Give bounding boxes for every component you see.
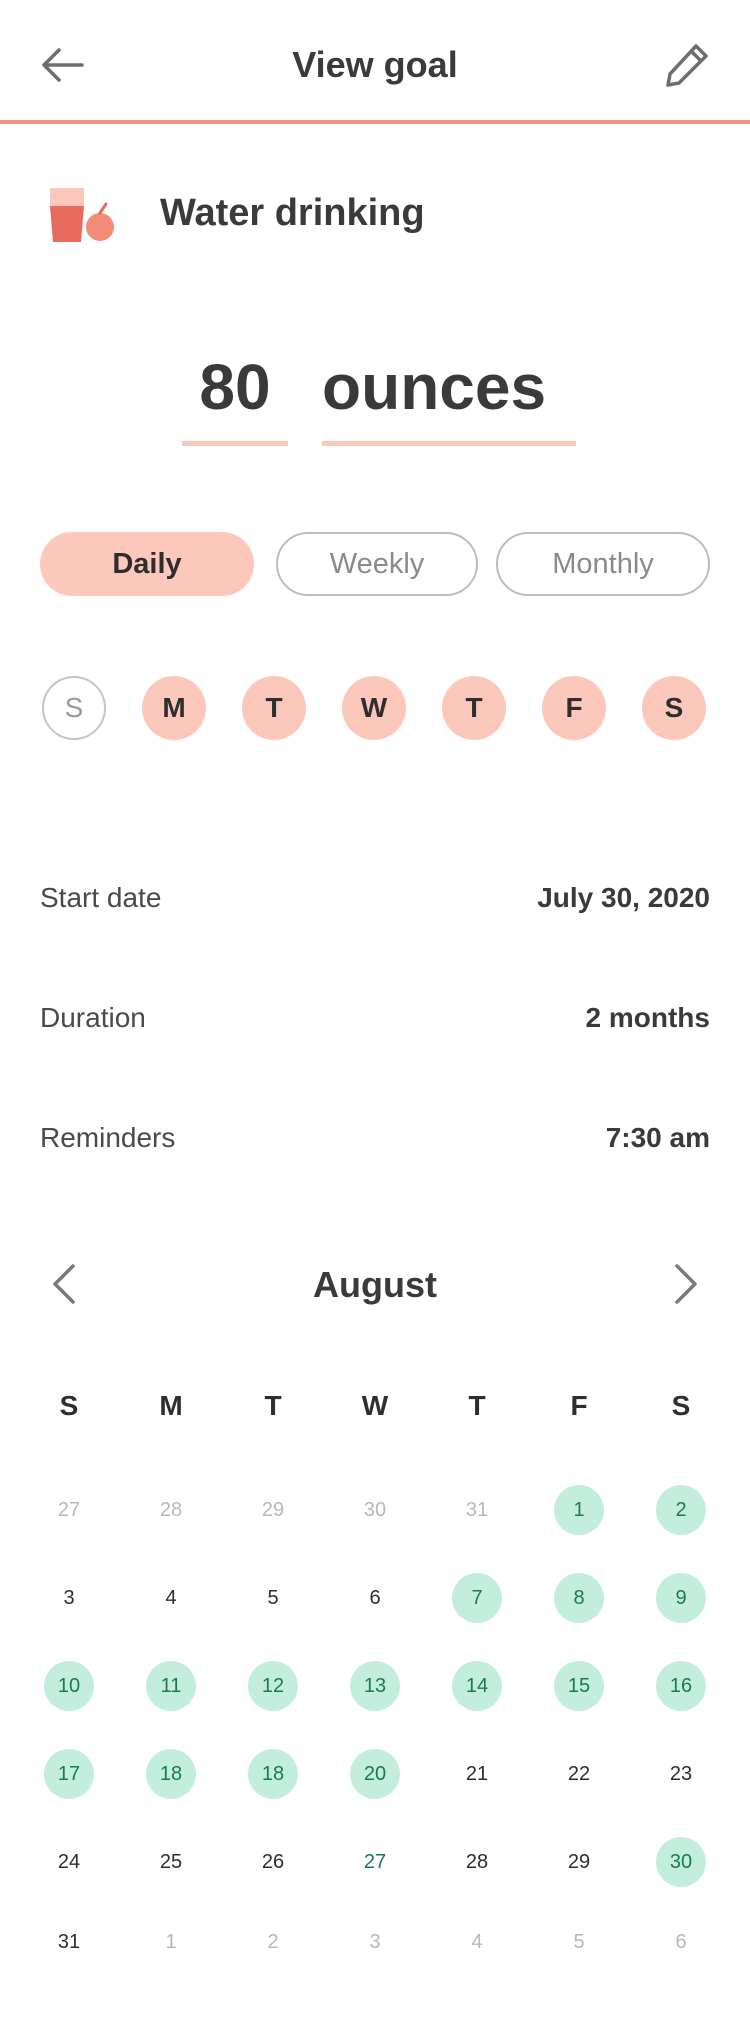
calendar-day[interactable]: 4 <box>146 1573 196 1623</box>
frequency-weekly-button[interactable]: Weekly <box>276 532 478 596</box>
calendar-weekday-header: S <box>59 1390 79 1421</box>
goal-amount-underline <box>182 441 288 446</box>
calendar-day-outside-month[interactable]: 29 <box>248 1485 298 1535</box>
calendar-day[interactable]: 22 <box>554 1749 604 1799</box>
goal-unit-underline <box>322 441 576 446</box>
calendar-day[interactable]: 5 <box>248 1573 298 1623</box>
calendar-day-completed[interactable]: 17 <box>44 1749 94 1799</box>
calendar-day-outside-month[interactable]: 27 <box>44 1485 94 1535</box>
calendar-day-completed[interactable]: 20 <box>350 1749 400 1799</box>
water-glass-apple-icon <box>48 186 118 246</box>
calendar-day[interactable]: 27 <box>350 1837 400 1887</box>
day-toggle-sunday[interactable]: S <box>42 676 106 740</box>
calendar-day-outside-month[interactable]: 4 <box>452 1917 502 1967</box>
goal-name: Water drinking <box>160 192 425 234</box>
pencil-icon <box>666 44 708 87</box>
page-title: View goal <box>292 44 458 85</box>
day-toggle-monday[interactable]: M <box>142 676 206 740</box>
day-toggle-wednesday[interactable]: W <box>342 676 406 740</box>
calendar-day-completed[interactable]: 9 <box>656 1573 706 1623</box>
edit-button[interactable] <box>660 38 714 92</box>
calendar-day-completed[interactable]: 11 <box>146 1661 196 1711</box>
calendar-day-outside-month[interactable]: 30 <box>350 1485 400 1535</box>
start-date-label: Start date <box>40 882 162 913</box>
duration-label: Duration <box>40 1002 146 1033</box>
chevron-right-icon <box>675 1264 697 1304</box>
next-month-button[interactable] <box>666 1262 706 1306</box>
calendar-day-completed[interactable]: 1 <box>554 1485 604 1535</box>
calendar-day-outside-month[interactable]: 2 <box>248 1917 298 1967</box>
calendar-day-completed[interactable]: 12 <box>248 1661 298 1711</box>
start-date-value: July 30, 2020 <box>537 882 710 913</box>
calendar-day-completed[interactable]: 30 <box>656 1837 706 1887</box>
calendar-day[interactable]: 31 <box>44 1917 94 1967</box>
calendar-day-outside-month[interactable]: 28 <box>146 1485 196 1535</box>
calendar-day-completed[interactable]: 2 <box>656 1485 706 1535</box>
calendar-day-completed[interactable]: 14 <box>452 1661 502 1711</box>
goal-unit-field[interactable]: ounces <box>322 350 576 424</box>
calendar-day[interactable]: 29 <box>554 1837 604 1887</box>
calendar-day-outside-month[interactable]: 3 <box>350 1917 400 1967</box>
calendar-weekday-header: S <box>671 1390 691 1421</box>
calendar-day[interactable]: 6 <box>350 1573 400 1623</box>
reminders-value: 7:30 am <box>605 1122 710 1153</box>
app-header: View goal <box>0 0 750 124</box>
reminders-label: Reminders <box>40 1122 176 1153</box>
calendar-day[interactable]: 25 <box>146 1837 196 1887</box>
day-toggle-tuesday[interactable]: T <box>242 676 306 740</box>
calendar-month-title: August <box>313 1264 437 1305</box>
duration-value: 2 months <box>585 1002 710 1033</box>
day-toggle-saturday[interactable]: S <box>642 676 706 740</box>
calendar-weekday-header: T <box>468 1390 486 1421</box>
calendar-day-completed[interactable]: 18 <box>248 1749 298 1799</box>
calendar-day[interactable]: 21 <box>452 1749 502 1799</box>
calendar-day-completed[interactable]: 15 <box>554 1661 604 1711</box>
calendar-weekday-header: W <box>361 1390 389 1421</box>
calendar-day-completed[interactable]: 16 <box>656 1661 706 1711</box>
calendar-day-outside-month[interactable]: 1 <box>146 1917 196 1967</box>
frequency-daily-button[interactable]: Daily <box>40 532 254 596</box>
calendar-day[interactable]: 3 <box>44 1573 94 1623</box>
calendar-day-outside-month[interactable]: 31 <box>452 1485 502 1535</box>
calendar-day[interactable]: 23 <box>656 1749 706 1799</box>
day-toggle-thursday[interactable]: T <box>442 676 506 740</box>
calendar-day-completed[interactable]: 8 <box>554 1573 604 1623</box>
calendar-day-outside-month[interactable]: 6 <box>656 1917 706 1967</box>
frequency-monthly-button[interactable]: Monthly <box>496 532 710 596</box>
calendar-day-completed[interactable]: 10 <box>44 1661 94 1711</box>
calendar-day[interactable]: 28 <box>452 1837 502 1887</box>
calendar-day[interactable]: 24 <box>44 1837 94 1887</box>
calendar-weekday-header: F <box>570 1390 588 1421</box>
calendar-weekday-header: M <box>159 1390 183 1421</box>
calendar-day-completed[interactable]: 13 <box>350 1661 400 1711</box>
calendar-day-outside-month[interactable]: 5 <box>554 1917 604 1967</box>
calendar-day-completed[interactable]: 18 <box>146 1749 196 1799</box>
goal-amount-field[interactable]: 80 <box>182 350 288 424</box>
calendar-day-completed[interactable]: 7 <box>452 1573 502 1623</box>
calendar-weekday-header: T <box>264 1390 282 1421</box>
calendar-day[interactable]: 26 <box>248 1837 298 1887</box>
day-toggle-friday[interactable]: F <box>542 676 606 740</box>
